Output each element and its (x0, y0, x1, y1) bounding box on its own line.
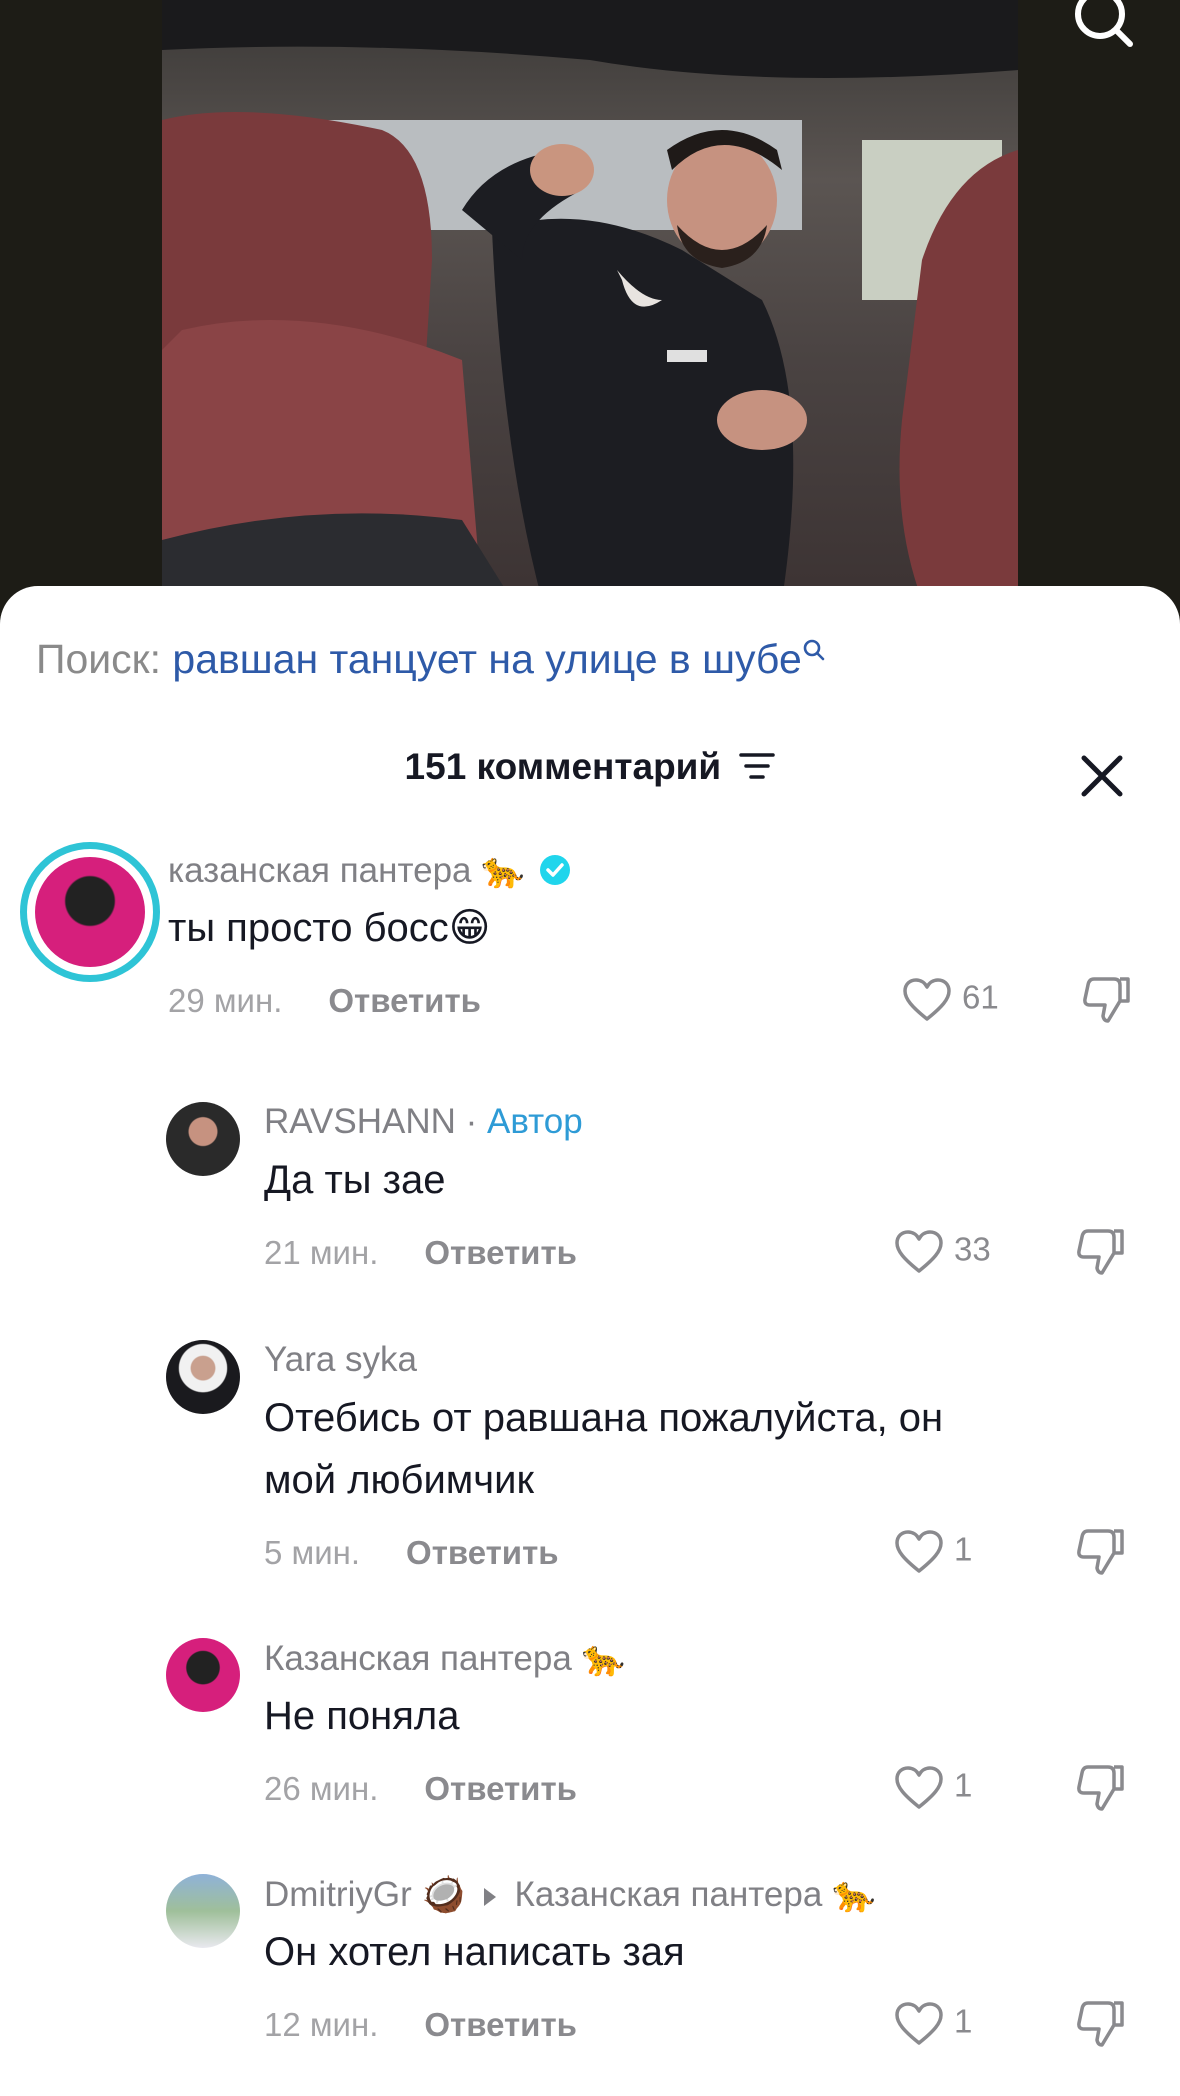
reply-button[interactable]: Ответить (424, 1770, 577, 1807)
like-count: 1 (954, 1530, 973, 1568)
verified-badge-icon (535, 851, 571, 890)
sort-icon[interactable] (731, 746, 776, 787)
heart-icon (894, 2002, 954, 2045)
avatar[interactable] (166, 1102, 240, 1176)
comment-username[interactable]: Казанская пантера 🐆 (264, 1638, 625, 1679)
heart-icon (894, 1530, 954, 1573)
comment-time: 26 мин. (264, 1770, 379, 1807)
comments-header: 151 комментарий (0, 746, 1180, 788)
comment-meta: 26 мин. Ответить (264, 1770, 577, 1808)
heart-icon (894, 1766, 954, 1809)
comment-time: 21 мин. (264, 1234, 379, 1271)
like-count: 1 (954, 2002, 973, 2040)
like-count: 1 (954, 1766, 973, 1804)
comment-meta: 5 мин. Ответить (264, 1534, 559, 1572)
reply-button[interactable]: Ответить (424, 1234, 577, 1271)
like-count: 33 (954, 1230, 991, 1268)
like-button[interactable]: 1 (894, 2001, 972, 2047)
thumb-down-icon[interactable] (1080, 975, 1134, 1030)
comments-sheet: Поиск: равшан танцует на улице в шубе 15… (0, 586, 1180, 2096)
comment-username[interactable]: RAVSHANN · Автор (264, 1102, 583, 1142)
reply-button[interactable]: Ответить (328, 982, 481, 1019)
reply-button[interactable]: Ответить (406, 1534, 559, 1571)
heart-icon (902, 978, 962, 1021)
thumb-down-icon[interactable] (1074, 1527, 1128, 1582)
search-query-link[interactable]: равшан танцует на улице в шубе (172, 636, 801, 682)
comment-time: 5 мин. (264, 1534, 361, 1571)
comment-username[interactable]: Yara syka (264, 1340, 417, 1380)
comment-meta: 29 мин. Ответить (168, 982, 481, 1020)
comment-meta: 21 мин. Ответить (264, 1234, 577, 1272)
search-label: Поиск: (36, 636, 162, 682)
comment-text: Да ты зае (264, 1158, 446, 1202)
comment-time: 12 мин. (264, 2006, 379, 2043)
comment-time: 29 мин. (168, 982, 283, 1019)
thumb-down-icon[interactable] (1074, 1999, 1128, 2054)
like-button[interactable]: 33 (894, 1229, 991, 1275)
like-button[interactable]: 1 (894, 1529, 972, 1575)
comment-username[interactable]: казанская пантера 🐆 (168, 850, 571, 891)
avatar[interactable] (166, 1874, 240, 1948)
thumb-down-icon[interactable] (1074, 1227, 1128, 1282)
search-icon (802, 636, 826, 682)
author-badge: Автор (487, 1102, 583, 1141)
comment-username[interactable]: DmitriyGr 🥥 Казанская пантера 🐆 (264, 1874, 876, 1915)
like-button[interactable]: 61 (902, 977, 999, 1023)
video-player[interactable] (162, 0, 1018, 600)
like-count: 61 (962, 978, 999, 1016)
heart-icon (894, 1230, 954, 1273)
like-button[interactable]: 1 (894, 1765, 972, 1811)
search-suggestion[interactable]: Поиск: равшан танцует на улице в шубе (36, 636, 826, 683)
comment-text: Он хотел написать зая (264, 1930, 685, 1974)
comment-text: Не поняла (264, 1694, 460, 1738)
top-search-icon[interactable] (1070, 0, 1140, 50)
comment-meta: 12 мин. Ответить (264, 2006, 577, 2044)
comment-text: ты просто босс😁 (168, 906, 491, 950)
avatar[interactable] (166, 1340, 240, 1414)
close-icon[interactable] (1078, 752, 1126, 800)
reply-to-username[interactable]: Казанская пантера 🐆 (515, 1875, 876, 1914)
video-frame (162, 0, 1018, 600)
comment-text: Отебись от равшана пожалуйста, он мой лю… (264, 1396, 944, 1502)
reply-arrow-icon (475, 1875, 505, 1914)
comments-count: 151 комментарий (404, 746, 722, 787)
avatar[interactable] (166, 1638, 240, 1712)
avatar[interactable] (20, 842, 160, 982)
thumb-down-icon[interactable] (1074, 1763, 1128, 1818)
reply-button[interactable]: Ответить (424, 2006, 577, 2043)
